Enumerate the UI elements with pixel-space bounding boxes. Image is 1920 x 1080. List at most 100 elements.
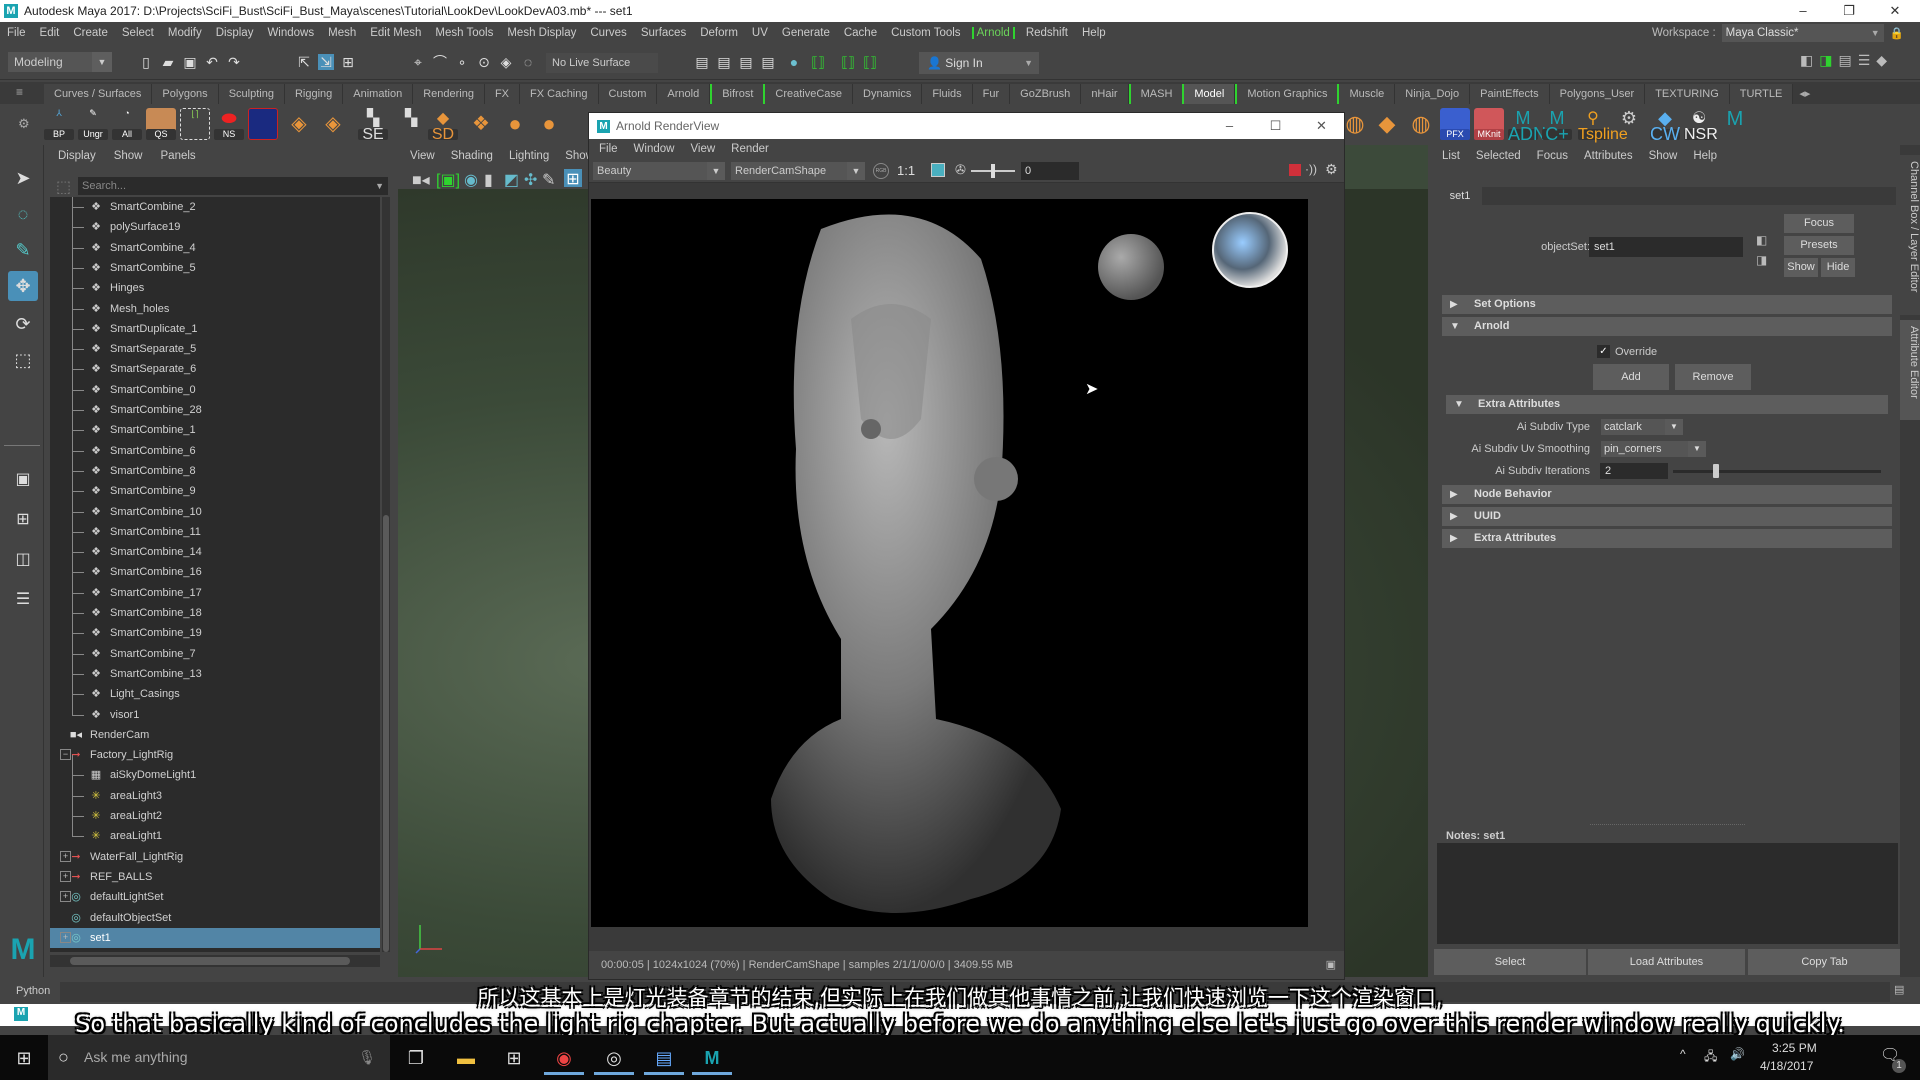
rotate-tool-icon[interactable]: ⟳ <box>8 309 38 339</box>
shelf-tab-fx[interactable]: FX <box>484 84 521 104</box>
arnold-render-icon[interactable]: ⟦⟧ <box>810 54 826 70</box>
volume-icon[interactable]: 🔊 <box>1730 1047 1745 1061</box>
menu-arnold[interactable]: Arnold <box>971 27 1015 39</box>
renderview-maximize-button[interactable]: ☐ <box>1253 113 1298 139</box>
outliner-item[interactable]: + ➞ REF_BALLS <box>50 867 380 887</box>
menu-deform[interactable]: Deform <box>693 27 745 39</box>
remove-button[interactable]: Remove <box>1675 364 1751 390</box>
notes-textarea[interactable] <box>1437 843 1898 944</box>
viewport-menu-shading[interactable]: Shading <box>451 150 493 162</box>
exposure-icon[interactable]: ✇ <box>955 162 966 178</box>
grease-pencil-icon[interactable]: ✎ <box>542 170 555 190</box>
select-object-icon[interactable]: ⇲ <box>318 54 334 70</box>
ipr-render-icon[interactable]: ▤ <box>738 54 754 70</box>
shelf-tab-curves-surfaces[interactable]: Curves / Surfaces <box>44 84 153 104</box>
section-arnold[interactable]: ▼ Arnold <box>1442 317 1892 336</box>
shelf-tab-rigging[interactable]: Rigging <box>284 84 344 104</box>
shelf-button-cplus[interactable]: M C+ <box>1542 108 1572 143</box>
shelf-button-qs[interactable]: QS <box>146 108 176 140</box>
subdiv-iterations-slider-handle[interactable] <box>1713 464 1719 478</box>
camera-dropdown[interactable]: RenderCamShape ▼ <box>731 162 865 180</box>
shelf-button-se[interactable]: ▚ SE <box>358 108 388 143</box>
outliner-item[interactable]: ❖ polySurface19 <box>50 217 380 237</box>
outliner-vertical-scrollbar[interactable] <box>382 197 390 952</box>
menu-edit[interactable]: Edit <box>33 27 67 39</box>
toggle-channel-box-icon[interactable]: ▤ <box>1838 52 1851 69</box>
outliner-item[interactable]: ❖ Hinges <box>50 278 380 298</box>
hypershade-icon[interactable]: ● <box>786 54 802 70</box>
scrollbar-thumb[interactable] <box>70 957 350 965</box>
input-connections-icon[interactable]: ◧ <box>1756 233 1767 247</box>
scale-tool-icon[interactable]: ⬚ <box>8 345 38 375</box>
shelf-button-pfx[interactable]: PFX <box>1440 108 1470 140</box>
toggle-layers-icon[interactable]: ◆ <box>1876 52 1887 69</box>
file-explorer-icon[interactable]: ▬ <box>446 1041 486 1075</box>
subdiv-iterations-input[interactable]: 2 <box>1600 463 1668 479</box>
maya-app-icon[interactable]: M <box>692 1041 732 1075</box>
document-app-icon[interactable]: ▤ <box>644 1041 684 1075</box>
chrome-icon[interactable]: ◉ <box>544 1041 584 1075</box>
store-icon[interactable]: ⊞ <box>494 1041 534 1075</box>
scrollbar-thumb[interactable] <box>383 515 389 952</box>
menu-uv[interactable]: UV <box>745 27 775 39</box>
shelf-button-split[interactable]: ▚ <box>396 108 426 140</box>
shelf-button-maya[interactable]: M <box>1720 108 1750 140</box>
menu-curves[interactable]: Curves <box>583 27 633 39</box>
shelf-button-ns[interactable]: ⬬ NS <box>214 108 244 140</box>
shelf-tab-nhair[interactable]: nHair <box>1081 84 1129 104</box>
arnold-stop-icon[interactable]: ⟦⟧ <box>862 54 878 70</box>
menu-mesh-display[interactable]: Mesh Display <box>500 27 583 39</box>
shelf-tab-creativecase[interactable]: CreativeCase <box>765 84 854 104</box>
network-icon[interactable]: 🖧 <box>1704 1047 1717 1068</box>
section-node-behavior[interactable]: ▶ Node Behavior <box>1442 485 1892 504</box>
outliner-item[interactable]: ❖ SmartDuplicate_1 <box>50 319 380 339</box>
output-connections-icon[interactable]: ◨ <box>1756 253 1767 267</box>
clock-date[interactable]: 4/18/2017 <box>1760 1059 1813 1073</box>
section-extra-attributes[interactable]: ▼ Extra Attributes <box>1446 395 1888 414</box>
toggle-attribute-editor-icon[interactable]: ◨ <box>1819 52 1832 69</box>
outliner-item[interactable]: ❖ SmartCombine_8 <box>50 461 380 481</box>
exposure-input[interactable]: 0 <box>1021 162 1079 180</box>
outliner-item[interactable]: ❖ SmartSeparate_5 <box>50 339 380 359</box>
ipr-icon[interactable]: ·)) <box>1305 162 1317 176</box>
windows-start-icon[interactable]: ⊞ <box>4 1041 44 1075</box>
outliner-item[interactable]: ▦ aiSkyDomeLight1 <box>50 765 380 785</box>
outliner-item[interactable]: ❖ SmartCombine_18 <box>50 603 380 623</box>
outliner-item[interactable]: ❖ SmartCombine_13 <box>50 664 380 684</box>
shelf-button-grid[interactable] <box>248 108 278 140</box>
open-scene-icon[interactable]: ▰ <box>160 54 176 70</box>
menu-cache[interactable]: Cache <box>837 27 884 39</box>
save-scene-icon[interactable]: ▣ <box>182 54 198 70</box>
shelf-tab-mash[interactable]: MASH <box>1128 84 1185 104</box>
menu-create[interactable]: Create <box>66 27 115 39</box>
outliner-horizontal-scrollbar[interactable] <box>50 955 380 967</box>
shelf-button-layers-2[interactable]: ◈ <box>318 108 348 140</box>
render-view-icon[interactable]: ▤ <box>760 54 776 70</box>
shelf-button-layers-1[interactable]: ◈ <box>284 108 314 140</box>
microphone-icon[interactable]: 🎙 <box>358 1035 376 1080</box>
presets-button[interactable]: Presets <box>1784 236 1854 255</box>
outliner-item[interactable]: ❖ SmartCombine_17 <box>50 583 380 603</box>
snap-curve-icon[interactable]: ⌒ <box>432 54 448 70</box>
shelf-button-bracket[interactable]: ⌊⌉ <box>180 108 210 140</box>
copy-tab-button[interactable]: Copy Tab <box>1748 949 1901 975</box>
shelf-tab-model[interactable]: Model <box>1184 84 1236 104</box>
outliner-item[interactable]: ❖ SmartCombine_11 <box>50 522 380 542</box>
live-surface-field[interactable]: No Live Surface <box>546 53 658 73</box>
outliner-item[interactable]: ❖ SmartCombine_14 <box>50 542 380 562</box>
maximize-button[interactable]: ❐ <box>1826 0 1872 22</box>
paint-select-tool-icon[interactable]: ✎ <box>8 235 38 265</box>
zoom-ratio-label[interactable]: 1:1 <box>897 163 915 178</box>
shelf-button-sphere-4[interactable]: ◍ <box>1406 108 1436 140</box>
settings-gear-icon[interactable]: ⚙ <box>1325 161 1338 178</box>
task-view-icon[interactable]: ❐ <box>396 1041 436 1075</box>
shelf-tab-arnold[interactable]: Arnold <box>657 84 711 104</box>
outliner-item[interactable]: ❖ SmartCombine_10 <box>50 502 380 522</box>
menu-file[interactable]: File <box>0 27 33 39</box>
menu-select[interactable]: Select <box>115 27 161 39</box>
menu-display[interactable]: Display <box>209 27 261 39</box>
outliner-item[interactable]: ❖ SmartCombine_4 <box>50 238 380 258</box>
shelf-tab-rendering[interactable]: Rendering <box>413 84 485 104</box>
outliner-item[interactable]: ❖ SmartCombine_28 <box>50 400 380 420</box>
shelf-tab-fluids[interactable]: Fluids <box>922 84 973 104</box>
